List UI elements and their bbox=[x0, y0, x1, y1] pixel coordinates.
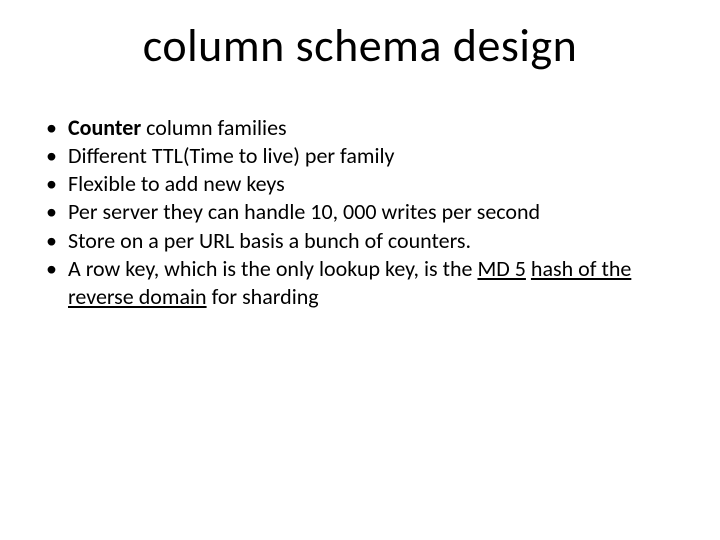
slide: column schema design Counter column fami… bbox=[0, 0, 720, 540]
underline-text: MD 5 bbox=[477, 255, 525, 282]
slide-body: Counter column families Different TTL(Ti… bbox=[40, 114, 690, 311]
bullet-item: Per server they can handle 10, 000 write… bbox=[40, 198, 690, 226]
bullet-item: Store on a per URL basis a bunch of coun… bbox=[40, 227, 690, 255]
slide-title: column schema design bbox=[0, 18, 720, 74]
bullet-list: Counter column families Different TTL(Ti… bbox=[40, 114, 690, 311]
bullet-text: Store on a per URL basis a bunch of coun… bbox=[68, 227, 471, 254]
bullet-item: Different TTL(Time to live) per family bbox=[40, 142, 690, 170]
bullet-item: A row key, which is the only lookup key,… bbox=[40, 255, 690, 311]
bullet-text: for sharding bbox=[207, 283, 319, 310]
bullet-bold: Counter bbox=[68, 114, 141, 141]
bullet-item: Counter column families bbox=[40, 114, 690, 142]
bullet-item: Flexible to add new keys bbox=[40, 170, 690, 198]
bullet-text: column families bbox=[141, 114, 287, 141]
bullet-text: Per server they can handle 10, 000 write… bbox=[68, 198, 540, 225]
bullet-text: Different TTL(Time to live) per family bbox=[68, 142, 395, 169]
bullet-text: Flexible to add new keys bbox=[68, 170, 285, 197]
bullet-text: A row key, which is the only lookup key,… bbox=[68, 255, 477, 282]
